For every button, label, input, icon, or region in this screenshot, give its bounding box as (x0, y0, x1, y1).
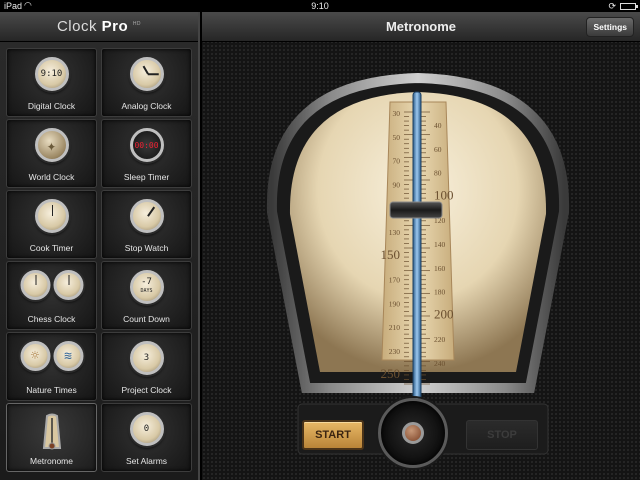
sleep-timer-readout: 00:00 (134, 140, 159, 150)
sidebar-item-set-alarms[interactable]: 0 Set Alarms (101, 403, 192, 472)
sidebar: Clock Pro HD 9:10 Digital Clock Analog C… (0, 12, 200, 480)
project-clock-readout: 3 (143, 353, 150, 363)
stop-button[interactable]: STOP (466, 420, 538, 450)
countdown-value: -7 (141, 277, 152, 287)
brand-pro: Pro (101, 18, 129, 35)
project-clock-icon: 3 (129, 341, 164, 375)
analog-clock-icon (129, 57, 164, 91)
pendulum-pivot-knob[interactable] (378, 398, 448, 468)
sidebar-item-world-clock[interactable]: ✦ World Clock (6, 119, 97, 188)
sidebar-item-cook-timer[interactable]: Cook Timer (6, 190, 97, 259)
brand-mark: HD (132, 21, 142, 27)
sidebar-item-label: Analog Clock (121, 101, 172, 111)
pendulum-weight[interactable] (389, 201, 443, 219)
rotation-lock-icon: ⟳ (608, 1, 616, 11)
scale-label-right: 100 (434, 187, 454, 202)
scale-label-left: 130 (389, 228, 401, 237)
globe-icon: ✦ (34, 128, 69, 162)
main-header: Metronome Settings (202, 12, 640, 42)
sidebar-item-nature-times[interactable]: ☼ ≋ Nature Times (6, 332, 97, 401)
sidebar-item-label: Set Alarms (125, 456, 168, 466)
scale-label-left: 150 (381, 247, 401, 262)
scale-label-left: 170 (389, 276, 401, 285)
scale-label-left: 250 (381, 366, 401, 381)
nature-times-icon: ☼ ≋ (20, 341, 83, 371)
sidebar-item-chess-clock[interactable]: Chess Clock (6, 261, 97, 330)
scale-label-right: 40 (434, 121, 442, 130)
scale-label-right: 240 (434, 359, 446, 368)
sidebar-item-count-down[interactable]: -7 DAYS Count Down (101, 261, 192, 330)
stopwatch-icon (129, 199, 164, 233)
battery-icon (620, 3, 638, 10)
alarm-icon: 0 (129, 412, 164, 446)
alarm-count: 0 (143, 424, 150, 434)
sidebar-item-label: Metronome (30, 456, 73, 466)
sidebar-item-metronome[interactable]: Metronome (6, 403, 97, 472)
status-time: 9:10 (311, 1, 329, 11)
scale-label-left: 30 (393, 109, 401, 118)
sidebar-item-label: Nature Times (26, 385, 77, 395)
scale-label-left: 70 (393, 157, 401, 166)
digital-clock-icon: 9:10 (34, 57, 69, 91)
sun-icon: ☼ (20, 341, 50, 371)
scale-label-left: 50 (393, 133, 401, 142)
sidebar-item-label: Project Clock (121, 385, 172, 395)
main-panel: Metronome Settings 30 50 70 90 130 150 1… (202, 12, 640, 480)
sleep-timer-icon: 00:00 (129, 128, 164, 162)
sidebar-item-label: Cook Timer (29, 243, 74, 253)
scale-label-left: 190 (389, 299, 401, 308)
pivot-center (402, 422, 424, 444)
sidebar-item-label: Chess Clock (27, 314, 76, 324)
sidebar-item-label: Sleep Timer (123, 172, 170, 182)
status-bar: iPad ◠ 9:10 ⟳ (0, 0, 640, 12)
sidebar-item-label: Count Down (123, 314, 170, 324)
sidebar-item-label: World Clock (28, 172, 75, 182)
scale-label-right: 180 (434, 288, 446, 297)
chess-clock-icon (20, 270, 83, 300)
scale-label-right: 200 (434, 306, 454, 321)
scale-label-left: 210 (389, 323, 401, 332)
cook-timer-icon (34, 199, 69, 233)
brand-name: Clock (56, 18, 97, 35)
countdown-icon: -7 DAYS (129, 270, 164, 304)
clock-menu-grid: 9:10 Digital Clock Analog Clock ✦ World … (6, 48, 196, 472)
settings-button[interactable]: Settings (586, 17, 634, 37)
scale-label-left: 230 (389, 347, 401, 356)
digital-clock-readout: 9:10 (40, 69, 63, 79)
metronome: 3050709011013015017019021023025040608010… (202, 42, 640, 480)
sidebar-header: Clock Pro HD (0, 12, 198, 42)
metronome-icon (42, 413, 61, 450)
scale-label-right: 140 (434, 240, 446, 249)
scale-label-left: 90 (393, 180, 401, 189)
start-button[interactable]: START (302, 420, 364, 450)
sidebar-item-digital-clock[interactable]: 9:10 Digital Clock (6, 48, 97, 117)
waves-icon: ≋ (53, 341, 83, 371)
scale-label-right: 80 (434, 169, 442, 178)
sidebar-item-project-clock[interactable]: 3 Project Clock (101, 332, 192, 401)
pendulum-rod[interactable] (412, 91, 422, 403)
sidebar-item-analog-clock[interactable]: Analog Clock (101, 48, 192, 117)
countdown-unit: DAYS (140, 288, 153, 294)
app-brand: Clock Pro HD (57, 18, 141, 35)
sidebar-item-label: Digital Clock (27, 101, 76, 111)
sidebar-item-sleep-timer[interactable]: 00:00 Sleep Timer (101, 119, 192, 188)
page-title: Metronome (385, 19, 457, 34)
scale-label-right: 60 (434, 145, 442, 154)
sidebar-item-label: Stop Watch (124, 243, 169, 253)
sidebar-item-stop-watch[interactable]: Stop Watch (101, 190, 192, 259)
status-right: ⟳ (608, 1, 638, 12)
scale-label-right: 160 (434, 264, 446, 273)
scale-label-right: 220 (434, 335, 446, 344)
